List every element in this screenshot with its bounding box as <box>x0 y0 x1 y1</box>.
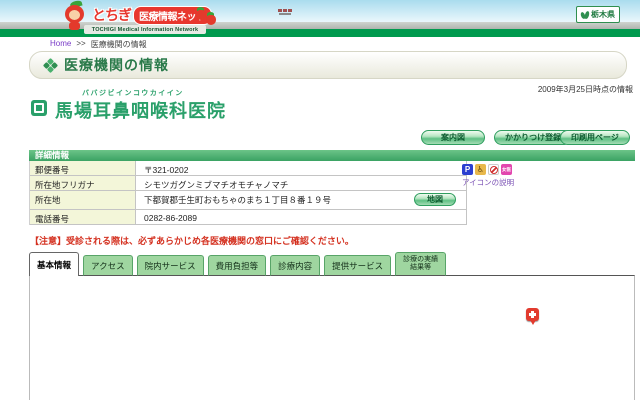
tochigi-pref-link[interactable]: 栃木県 <box>576 6 620 23</box>
tab-provided-services[interactable]: 提供サービス <box>324 255 392 276</box>
strawberries-icon <box>196 7 218 27</box>
wheelchair-icon: ♿ <box>475 164 486 175</box>
notice-text: 【注意】受診される際は、必ずあらかじめ各医療機関の窓口にご確認ください。 <box>30 236 354 246</box>
breadcrumb: Home >> 医療機関の情報 <box>50 39 147 50</box>
site-subtitle-band: TOCHIGI Medical Information Network <box>84 25 206 34</box>
address-furigana-value: シモツガグンミブマチオモチャノマチ <box>144 180 289 190</box>
phone-value: 0282-86-2089 <box>144 213 197 223</box>
site-logo[interactable]: とちぎ 医療情報ネット <box>92 5 212 25</box>
mini-banner-icon <box>276 7 293 17</box>
postal-code-value: 〒321-0202 <box>144 165 189 175</box>
address-furigana-label: 所在地フリガナ <box>30 176 136 190</box>
details-header: 詳細情報 <box>29 150 635 161</box>
hospital-name: 馬場耳鼻咽喉科医院 <box>55 101 226 121</box>
hospital-map-pin-tail <box>529 320 536 325</box>
breadcrumb-separator: >> <box>76 39 86 48</box>
tab-treatment-results-line2: 結果等 <box>410 264 432 271</box>
details-table: 郵便番号 〒321-0202 所在地フリガナ シモツガグンミブマチオモチャノマチ… <box>29 161 467 225</box>
as-of-date: 2009年3月25日時点の情報 <box>537 85 633 94</box>
tab-in-hospital-services[interactable]: 院内サービス <box>136 255 204 276</box>
tab-basic-info[interactable]: 基本情報 <box>29 252 80 276</box>
section-header: 医療機関の情報 <box>29 51 627 79</box>
tab-bar: 基本情報 アクセス 院内サービス 費用負担等 診療内容 提供サービス 診療の実績… <box>29 252 447 276</box>
parking-icon: P <box>462 164 473 175</box>
breadcrumb-current: 医療機関の情報 <box>90 40 147 49</box>
tab-treatment-content[interactable]: 診療内容 <box>270 255 321 276</box>
map-button[interactable]: 地図 <box>414 193 456 206</box>
postal-code-label: 郵便番号 <box>30 161 136 175</box>
pref-badge-label: 栃木県 <box>591 10 615 19</box>
section-title: 医療機関の情報 <box>64 57 169 73</box>
address-label: 所在地 <box>30 191 136 209</box>
print-page-button[interactable]: 印刷用ページ <box>560 130 630 145</box>
guide-map-button[interactable]: 案内図 <box>421 130 485 145</box>
page: とちぎ 医療情報ネット TOCHIGI Medical Information … <box>0 0 640 400</box>
table-row: 電話番号 0282-86-2089 <box>30 210 466 225</box>
no-smoking-icon <box>488 164 499 175</box>
table-row: 所在地 下都賀郡壬生町おもちゃのまち１丁目８番１９号 地図 <box>30 191 466 210</box>
tab-treatment-results-line1: 診療の実績 <box>403 255 439 263</box>
site-title-part1: とちぎ <box>92 7 132 23</box>
facility-icons: P ♿ 女医 <box>462 164 512 175</box>
clover-icon <box>42 57 59 73</box>
site-subtitle: TOCHIGI Medical Information Network <box>91 26 199 33</box>
table-row: 所在地フリガナ シモツガグンミブマチオモチャノマチ <box>30 176 466 191</box>
female-doctor-icon: 女医 <box>501 164 512 175</box>
tab-costs[interactable]: 費用負担等 <box>207 255 267 276</box>
hospital-bullet-icon <box>31 100 47 116</box>
pref-leaf-icon <box>581 11 589 19</box>
tab-access[interactable]: アクセス <box>83 255 133 276</box>
icon-legend-link[interactable]: アイコンの説明 <box>462 177 514 188</box>
phone-label: 電話番号 <box>30 210 136 224</box>
table-row: 郵便番号 〒321-0202 <box>30 161 466 176</box>
tab-treatment-results[interactable]: 診療の実績 結果等 <box>395 252 447 276</box>
breadcrumb-home-link[interactable]: Home <box>50 39 71 50</box>
tab-panel <box>29 275 635 400</box>
